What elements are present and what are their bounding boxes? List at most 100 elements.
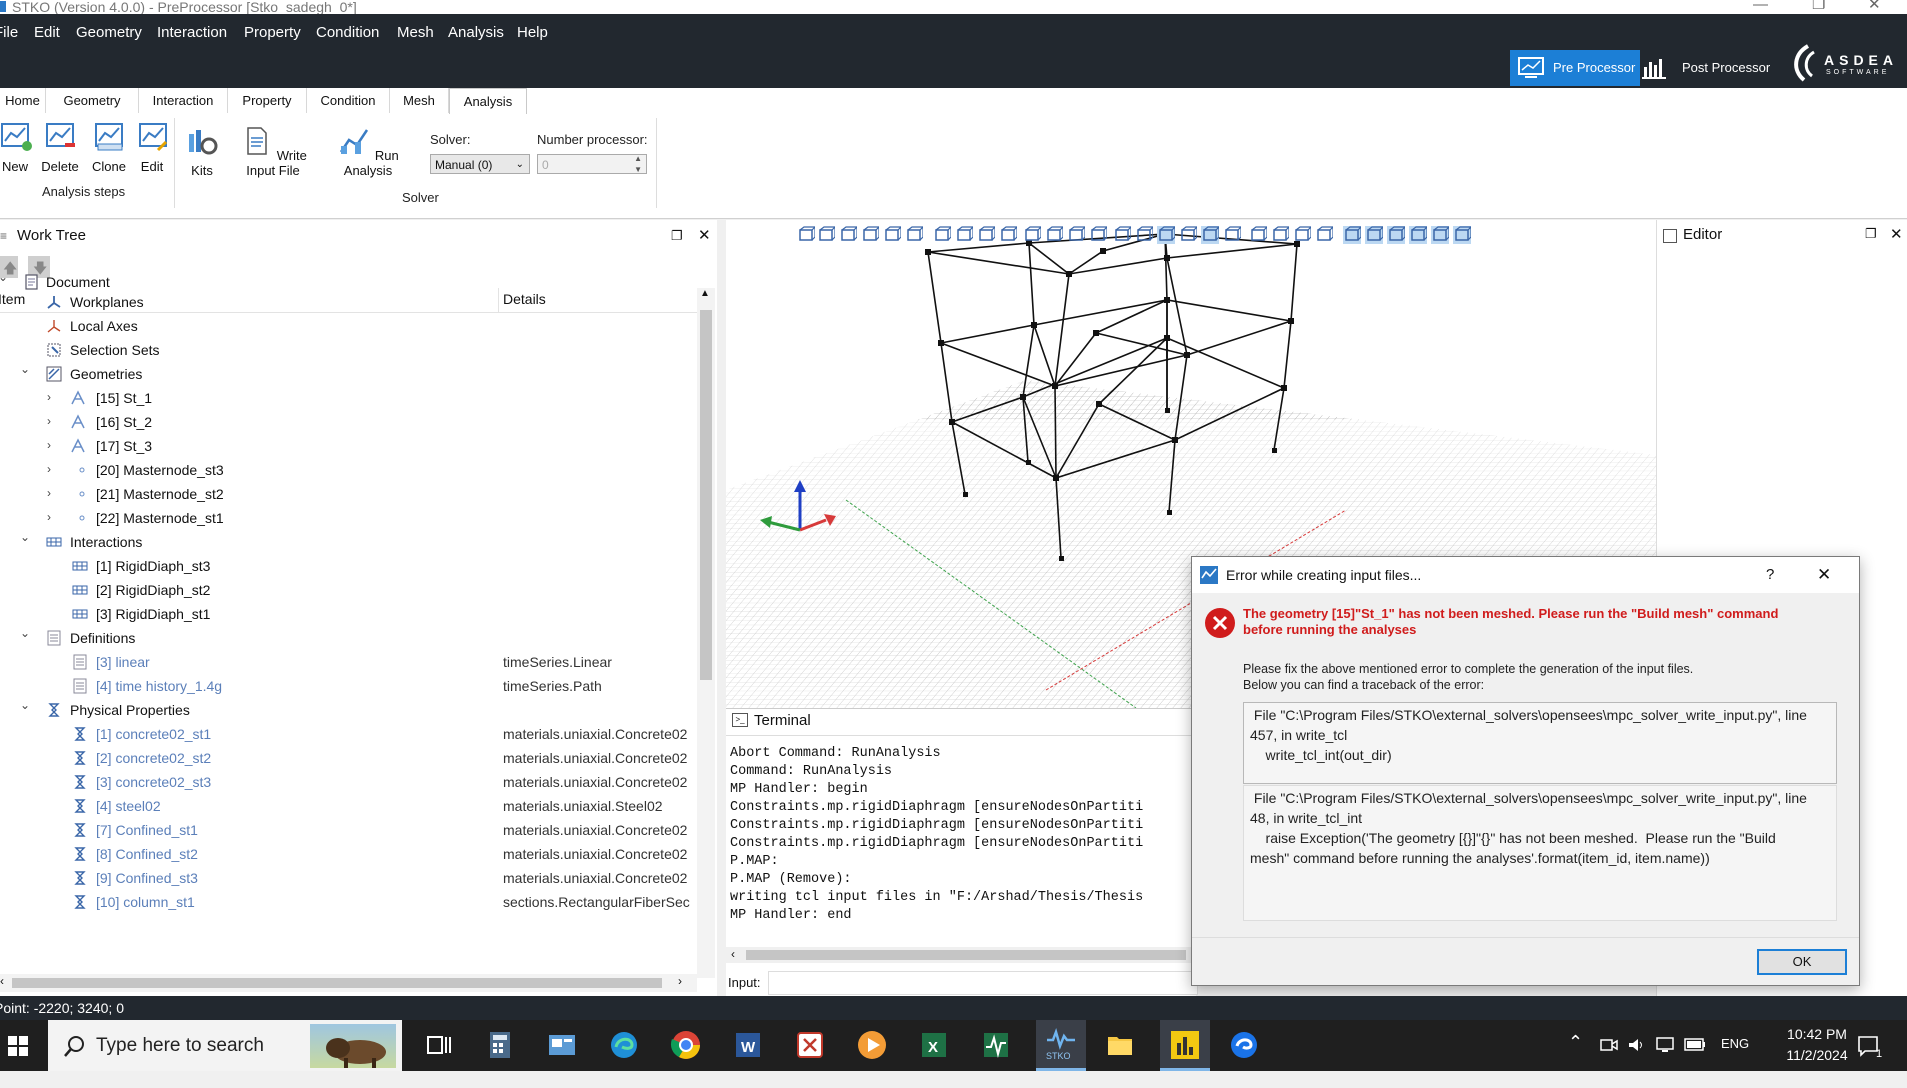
column-details[interactable]: Details (503, 291, 546, 307)
tree-item[interactable]: [1] RigidDiaph_st3 (96, 554, 210, 578)
layout-4-icon[interactable] (1409, 226, 1427, 244)
task-view-icon[interactable] (422, 1029, 454, 1061)
tree-item[interactable]: [22] Masternode_st1 (96, 506, 224, 530)
tree-item[interactable]: [16] St_2 (96, 410, 152, 434)
chevron-right-icon[interactable]: › (42, 414, 56, 428)
control-panel-icon[interactable] (546, 1029, 578, 1061)
close-window-icon[interactable]: ✕ (1868, 0, 1881, 12)
render-2-icon[interactable] (1271, 226, 1289, 244)
chevron-right-icon[interactable]: › (42, 390, 56, 404)
edit-step-button[interactable]: Edit (136, 122, 168, 174)
tree-item[interactable]: [1] concrete02_st1 (96, 722, 211, 746)
tree-item[interactable]: Geometries (70, 362, 142, 386)
chevron-down-icon[interactable]: ⌄ (18, 530, 32, 544)
tree-item[interactable]: [9] Confined_st3 (96, 866, 198, 890)
close-panel-icon[interactable]: ✕ (1890, 225, 1903, 243)
measure-icon[interactable] (1135, 226, 1153, 244)
menu-property[interactable]: Property (244, 24, 301, 41)
scroll-up-icon[interactable]: ▲ (700, 288, 710, 299)
stko-taskbar-button[interactable]: STKO (1036, 1020, 1086, 1071)
excel-icon[interactable]: X (918, 1029, 950, 1061)
traceback-frame-2[interactable]: File "C:\Program Files/STKO\external_sol… (1243, 785, 1837, 921)
tab-analysis[interactable]: Analysis (449, 88, 527, 115)
tree-item[interactable]: Physical Properties (70, 698, 190, 722)
file-explorer-icon[interactable] (1104, 1029, 1136, 1061)
menu-file[interactable]: File (0, 24, 18, 41)
meet-now-icon[interactable] (1600, 1036, 1618, 1054)
menu-analysis[interactable]: Analysis (448, 24, 504, 41)
tree-item[interactable]: [3] linear (96, 650, 150, 674)
menu-interaction[interactable]: Interaction (157, 24, 227, 41)
tree-item[interactable]: [10] column_st1 (96, 890, 195, 914)
menu-condition[interactable]: Condition (316, 24, 379, 41)
layout-3-icon[interactable] (1387, 226, 1405, 244)
menu-mesh[interactable]: Mesh (397, 24, 434, 41)
zoom-fit-icon[interactable] (1067, 226, 1085, 244)
tab-geometry[interactable]: Geometry (46, 88, 139, 113)
render-4-icon[interactable] (1315, 226, 1333, 244)
tree-item[interactable]: [2] concrete02_st2 (96, 746, 211, 770)
chevron-right-icon[interactable]: › (42, 510, 56, 524)
view-right-icon[interactable] (883, 226, 901, 244)
view-back-icon[interactable] (839, 226, 857, 244)
layout-1-icon[interactable] (1343, 226, 1361, 244)
delete-step-button[interactable]: Delete (40, 122, 80, 174)
render-3-icon[interactable] (1293, 226, 1311, 244)
calculator-icon[interactable] (484, 1029, 516, 1061)
tree-item[interactable]: [15] St_1 (96, 386, 152, 410)
help-icon[interactable]: ? (1766, 557, 1774, 593)
tree-item[interactable]: [8] Confined_st2 (96, 842, 198, 866)
minimize-icon[interactable]: — (1753, 0, 1768, 12)
pre-processor-button[interactable]: Pre Processor (1510, 50, 1640, 86)
view-front-icon[interactable] (817, 226, 835, 244)
taskbar-search[interactable]: Type here to search (48, 1020, 402, 1071)
tab-home[interactable]: Home (0, 88, 46, 113)
run-analysis-button[interactable]: Run Analysis (330, 126, 406, 178)
write-input-file-button[interactable]: Write Input File (228, 126, 318, 178)
chevron-down-icon[interactable]: ⌄ (18, 362, 32, 376)
chevron-down-icon[interactable]: ⌄ (18, 698, 32, 712)
scrollbar-thumb[interactable] (700, 310, 712, 680)
float-panel-icon[interactable]: ❐ (671, 220, 683, 252)
tree-item[interactable]: [7] Confined_st1 (96, 818, 198, 842)
command-input[interactable] (768, 971, 1198, 995)
clone-step-button[interactable]: Clone (90, 122, 128, 174)
tree-item[interactable]: [21] Masternode_st2 (96, 482, 224, 506)
solver-select[interactable]: Manual (0) ⌄ (430, 154, 530, 174)
show-icon[interactable] (977, 226, 995, 244)
section-icon[interactable] (1023, 226, 1041, 244)
render-1-icon[interactable] (1249, 226, 1267, 244)
tree-item[interactable]: Selection Sets (70, 338, 160, 362)
chevron-right-icon[interactable]: › (42, 438, 56, 452)
tree-item[interactable]: [3] RigidDiaph_st1 (96, 602, 210, 626)
terminal-hscrollbar[interactable]: ‹ (726, 947, 1196, 963)
close-panel-icon[interactable]: ✕ (698, 220, 711, 252)
scroll-left-icon[interactable]: ‹ (0, 974, 4, 988)
tab-condition[interactable]: Condition (307, 88, 390, 113)
tree-item[interactable]: [3] concrete02_st3 (96, 770, 211, 794)
tree-item[interactable]: [4] steel02 (96, 794, 161, 818)
horizontal-scrollbar[interactable]: ‹ › (0, 974, 697, 992)
chevron-right-icon[interactable]: › (42, 462, 56, 476)
column-divider[interactable] (498, 288, 499, 312)
menu-geometry[interactable]: Geometry (76, 24, 142, 41)
view-top-icon[interactable] (905, 226, 923, 244)
spin-arrows-icon[interactable]: ▲ ▼ (634, 153, 642, 175)
float-panel-icon[interactable]: ❐ (1865, 226, 1877, 242)
camera-icon[interactable] (1113, 226, 1131, 244)
axes-icon[interactable] (1179, 226, 1197, 244)
tree-item[interactable]: [20] Masternode_st3 (96, 458, 224, 482)
hscrollbar-thumb[interactable] (746, 950, 1186, 960)
tree-item[interactable]: [17] St_3 (96, 434, 152, 458)
chart-app-taskbar-button[interactable] (1160, 1020, 1210, 1071)
maximize-icon[interactable]: ❐ (1812, 0, 1825, 12)
tree-item[interactable]: Interactions (70, 530, 142, 554)
perspective-icon[interactable] (933, 226, 951, 244)
vertical-scrollbar[interactable]: ▲ (697, 288, 715, 978)
view-iso-icon[interactable] (797, 226, 815, 244)
number-processor-spinbox[interactable]: 0 ▲ ▼ (537, 154, 647, 174)
menu-edit[interactable]: Edit (34, 24, 60, 41)
tree-item[interactable]: [4] time history_1.4g (96, 674, 222, 698)
windows-start-icon[interactable] (8, 1036, 28, 1056)
chrome-icon[interactable] (670, 1029, 702, 1061)
